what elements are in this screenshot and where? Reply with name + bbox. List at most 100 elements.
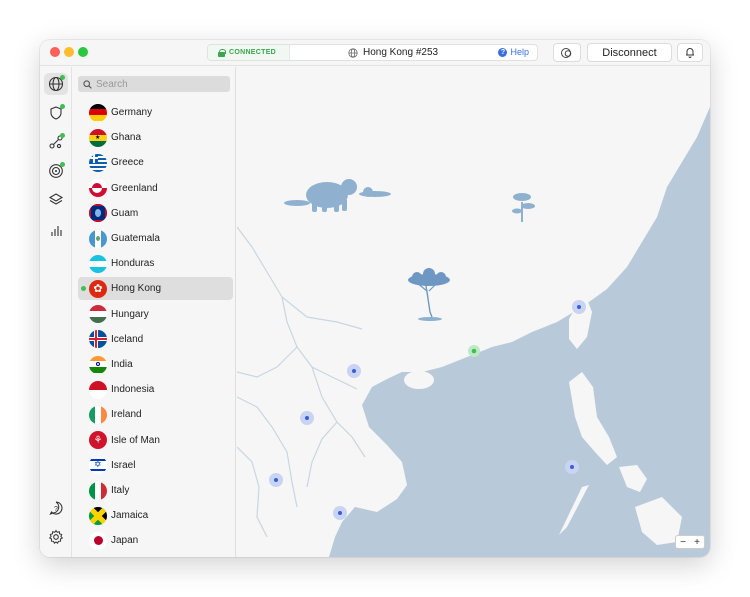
flag-icon [89, 506, 107, 525]
search-bar[interactable] [78, 76, 230, 92]
flag-icon [89, 531, 107, 550]
connection-status-label: CONNECTED [229, 49, 277, 56]
world-map[interactable] [237, 67, 710, 557]
minimize-window-button[interactable] [64, 47, 74, 57]
question-icon: ? [498, 47, 508, 57]
palawan [559, 485, 589, 535]
flag-icon [89, 355, 107, 374]
flag-icon [89, 254, 107, 273]
connection-status: CONNECTED [208, 45, 290, 60]
philippines-luzon [569, 372, 617, 465]
country-row[interactable]: Guatemala [78, 227, 233, 250]
nav-specialty-servers[interactable] [44, 189, 68, 211]
country-name: Israel [111, 459, 136, 471]
zoom-out-button[interactable]: − [680, 537, 686, 548]
status-dot [60, 162, 65, 167]
country-row[interactable]: ✿ Hong Kong [78, 277, 233, 301]
globe-icon [348, 47, 358, 58]
help-link[interactable]: ? Help [498, 47, 529, 57]
flag-icon [89, 330, 107, 349]
nav-rail: ? [40, 67, 72, 557]
nav-meshnet[interactable] [44, 131, 68, 153]
country-name: Italy [111, 485, 130, 496]
search-input[interactable] [96, 78, 221, 90]
country-name: India [111, 359, 133, 370]
country-name: Guam [111, 207, 139, 219]
country-name: Guatemala [111, 233, 160, 244]
flag-icon [89, 305, 107, 324]
nav-dark-web-monitor[interactable] [44, 160, 68, 182]
connection-status-bar: CONNECTED Hong Kong #253 ? Help [207, 44, 538, 61]
country-name: Germany [111, 107, 153, 118]
country-name: Ireland [111, 409, 142, 421]
country-row[interactable]: Greece [78, 151, 233, 174]
title-bar: CONNECTED Hong Kong #253 ? Help Disconne… [40, 40, 710, 66]
flag-icon [89, 153, 107, 172]
flag-icon [89, 229, 107, 248]
country-name: Japan [111, 535, 139, 547]
disconnect-button[interactable]: Disconnect [587, 43, 672, 62]
country-name: Hungary [111, 308, 149, 320]
country-row[interactable]: Guam [78, 202, 233, 225]
country-row[interactable]: Indonesia [78, 378, 233, 401]
server-name: Hong Kong #253 [363, 47, 439, 58]
status-dot [60, 133, 65, 138]
country-row[interactable]: Germany [78, 101, 233, 124]
close-window-button[interactable] [50, 47, 60, 57]
country-row[interactable]: Iceland [78, 328, 233, 351]
flag-icon [89, 204, 107, 223]
country-name: Indonesia [111, 384, 155, 396]
country-name: Iceland [111, 333, 144, 345]
flag-icon: ⚘ [89, 431, 107, 450]
country-row[interactable]: India [78, 353, 233, 376]
lock-icon [218, 48, 226, 57]
current-server: Hong Kong #253 [348, 47, 438, 58]
country-row[interactable]: Jamaica [78, 504, 233, 527]
status-dot [60, 75, 65, 80]
hainan-island [404, 371, 434, 389]
philippines-visayas [619, 465, 647, 492]
flag-icon: ★ [89, 128, 107, 147]
country-name: Honduras [111, 258, 155, 270]
app-window: CONNECTED Hong Kong #253 ? Help Disconne… [40, 40, 710, 557]
notifications-button[interactable] [677, 43, 703, 62]
meshnet-icon [561, 47, 572, 58]
country-name: Greece [111, 157, 144, 169]
layers-icon [48, 193, 64, 205]
map-canvas [237, 67, 710, 557]
country-row[interactable]: Ireland [78, 403, 233, 426]
country-row[interactable]: ⚘ Isle of Man [78, 429, 233, 452]
country-row[interactable]: ★ Ghana [78, 126, 233, 149]
flag-icon [89, 380, 107, 399]
nav-threat-protection[interactable] [44, 102, 68, 124]
flag-icon: ✿ [89, 279, 107, 298]
meshnet-button[interactable] [553, 43, 581, 62]
nav-statistics[interactable] [44, 220, 68, 242]
flag-icon [89, 405, 107, 424]
flag-icon [89, 179, 107, 198]
flag-icon [89, 103, 107, 122]
nav-help[interactable]: ? [44, 497, 68, 519]
country-row[interactable]: Italy [78, 479, 233, 502]
zoom-controls: − + [675, 535, 705, 549]
bell-icon [686, 48, 694, 58]
zoom-window-button[interactable] [78, 47, 88, 57]
country-row[interactable]: Honduras [78, 252, 233, 275]
zoom-in-button[interactable]: + [694, 537, 700, 548]
flag-icon: ✡ [89, 456, 107, 475]
help-icon: ? [49, 501, 63, 516]
country-row[interactable]: Hungary [78, 303, 233, 326]
country-name: Hong Kong [111, 283, 162, 295]
country-list-pane: Germany ★ Ghana Greece Greenland Guam Guatemal… [73, 67, 236, 557]
nav-countries[interactable] [44, 73, 68, 95]
settings-icon [48, 529, 64, 544]
country-row[interactable]: ✡ Israel [78, 454, 233, 477]
country-row[interactable]: Japan [78, 529, 233, 552]
country-name: Jamaica [111, 510, 149, 522]
country-row[interactable]: Greenland [78, 177, 233, 200]
connected-dot [81, 286, 86, 292]
help-label: Help [510, 47, 529, 57]
flag-icon [89, 481, 107, 500]
country-name: Isle of Man [111, 434, 160, 446]
nav-settings[interactable] [44, 526, 68, 548]
